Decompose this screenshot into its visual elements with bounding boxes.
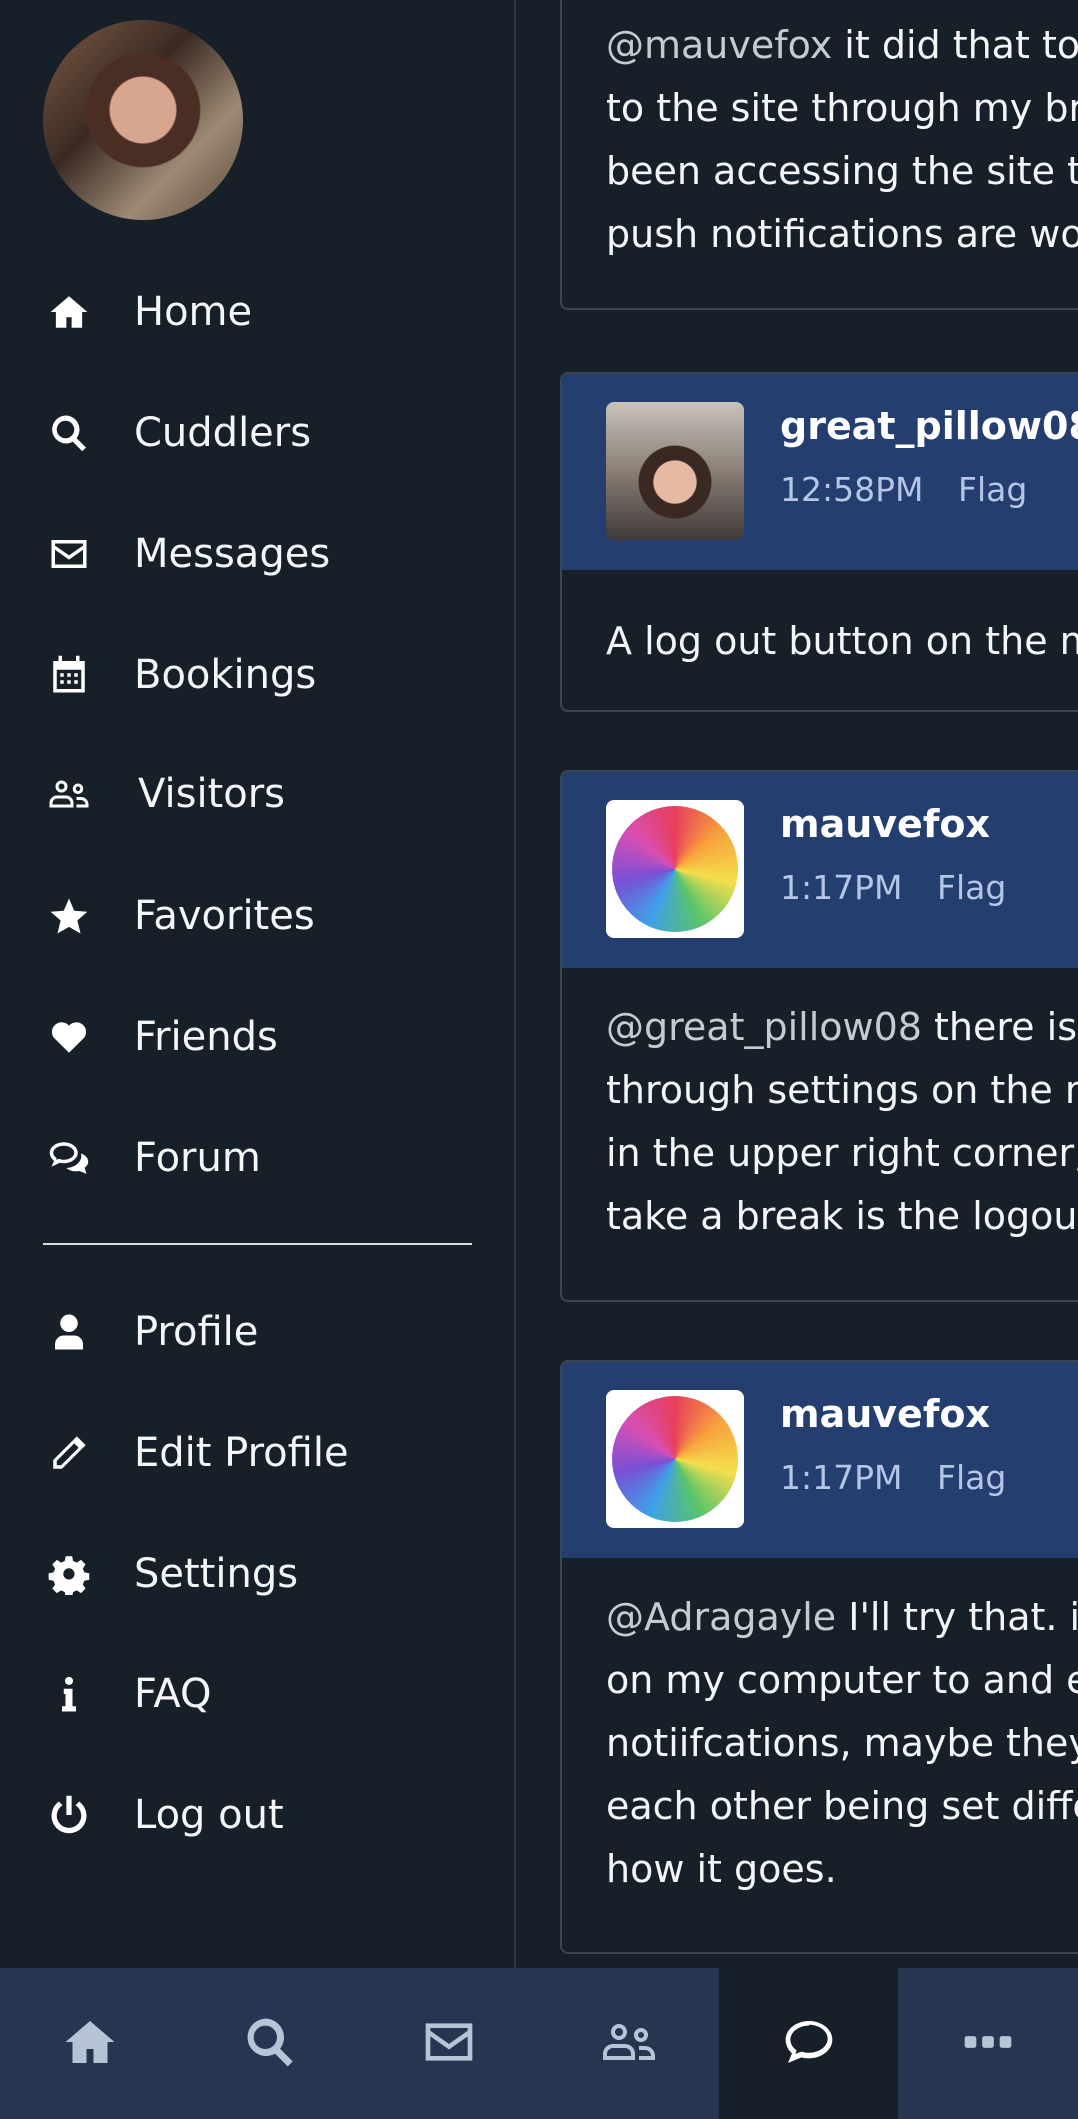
sidebar-item-label: Edit Profile bbox=[134, 1430, 349, 1476]
post-text: take a break is the logout bbox=[606, 1194, 1078, 1238]
sidebar-item-profile[interactable]: Profile bbox=[0, 1282, 516, 1382]
users-icon bbox=[601, 2014, 657, 2074]
sidebar: Home Cuddlers Messages Bookings Visitors… bbox=[0, 0, 516, 1968]
sidebar-item-label: Cuddlers bbox=[134, 410, 312, 456]
post-text: there is a bbox=[934, 1005, 1078, 1049]
tab-messages[interactable] bbox=[359, 1968, 539, 2119]
flag-link[interactable]: Flag bbox=[937, 868, 1006, 907]
post-username[interactable]: great_pillow08 bbox=[780, 404, 1078, 448]
flag-link[interactable]: Flag bbox=[937, 1458, 1006, 1497]
home-icon bbox=[62, 2014, 118, 2074]
star-icon bbox=[44, 891, 94, 941]
home-icon bbox=[44, 287, 94, 337]
post-text: notiifcations, maybe they bbox=[606, 1721, 1078, 1765]
post-time: 1:17PM bbox=[780, 1458, 903, 1497]
flag-link[interactable]: Flag bbox=[958, 470, 1027, 509]
forum-post: mauvefox 1:17PM Flag @great_pillow08 the… bbox=[560, 770, 1078, 1302]
envelope-icon bbox=[44, 529, 94, 579]
post-text: on my computer to and e bbox=[606, 1658, 1078, 1702]
comments-icon bbox=[44, 1133, 94, 1183]
tab-visitors[interactable] bbox=[539, 1968, 719, 2119]
info-icon bbox=[44, 1669, 94, 1719]
sidebar-item-logout[interactable]: Log out bbox=[0, 1765, 516, 1865]
post-time: 12:58PM bbox=[780, 470, 924, 509]
post-text: been accessing the site th bbox=[606, 149, 1078, 193]
sidebar-item-cuddlers[interactable]: Cuddlers bbox=[0, 383, 516, 483]
sidebar-item-home[interactable]: Home bbox=[0, 262, 516, 362]
post-text: A log out button on the m bbox=[606, 619, 1078, 663]
tab-home[interactable] bbox=[0, 1968, 180, 2119]
sidebar-item-forum[interactable]: Forum bbox=[0, 1108, 516, 1208]
sidebar-item-messages[interactable]: Messages bbox=[0, 504, 516, 604]
tab-search[interactable] bbox=[180, 1968, 360, 2119]
sidebar-item-label: Favorites bbox=[134, 893, 315, 939]
users-icon bbox=[44, 769, 94, 819]
post-text: push notifications are wo bbox=[606, 212, 1078, 256]
post-username[interactable]: mauvefox bbox=[780, 802, 990, 846]
envelope-icon bbox=[421, 2014, 477, 2074]
mention-link[interactable]: @mauvefox bbox=[606, 23, 832, 67]
post-header: great_pillow08 12:58PM Flag bbox=[562, 374, 1078, 570]
sidebar-item-label: Profile bbox=[134, 1309, 259, 1355]
post-body: @mauvefox it did that to to the site thr… bbox=[562, 0, 1078, 298]
pencil-icon bbox=[44, 1428, 94, 1478]
post-body: A log out button on the m bbox=[562, 570, 1078, 705]
sidebar-item-friends[interactable]: Friends bbox=[0, 987, 516, 1087]
sidebar-item-label: Forum bbox=[134, 1135, 261, 1181]
post-text: how it goes. bbox=[606, 1847, 837, 1891]
calendar-icon bbox=[44, 650, 94, 700]
avatar[interactable] bbox=[606, 402, 744, 540]
post-text: through settings on the m bbox=[606, 1068, 1078, 1112]
tab-more[interactable] bbox=[898, 1968, 1078, 2119]
post-text: each other being set diffe bbox=[606, 1784, 1078, 1828]
post-time: 1:17PM bbox=[780, 868, 903, 907]
sidebar-item-visitors[interactable]: Visitors bbox=[0, 744, 516, 844]
sidebar-item-label: Log out bbox=[134, 1792, 284, 1838]
post-text: in the upper right corner, bbox=[606, 1131, 1078, 1175]
sidebar-item-favorites[interactable]: Favorites bbox=[0, 866, 516, 966]
post-text: to the site through my bro bbox=[606, 86, 1078, 130]
search-icon bbox=[242, 2014, 298, 2074]
sidebar-item-label: Visitors bbox=[138, 771, 285, 817]
gear-icon bbox=[44, 1549, 94, 1599]
post-text: it did that to bbox=[832, 23, 1078, 67]
heart-icon bbox=[44, 1012, 94, 1062]
post-header: mauvefox 1:17PM Flag bbox=[562, 1362, 1078, 1558]
sidebar-item-edit-profile[interactable]: Edit Profile bbox=[0, 1403, 516, 1503]
avatar[interactable] bbox=[606, 1390, 744, 1528]
mention-link[interactable]: @Adragayle bbox=[606, 1595, 836, 1639]
sidebar-item-label: Messages bbox=[134, 531, 331, 577]
nav-divider bbox=[43, 1243, 472, 1245]
user-icon bbox=[44, 1307, 94, 1357]
more-icon bbox=[960, 2014, 1016, 2074]
power-icon bbox=[44, 1790, 94, 1840]
post-body: @Adragayle I'll try that. i h on my comp… bbox=[562, 1558, 1078, 1933]
post-body: @great_pillow08 there is a through setti… bbox=[562, 968, 1078, 1280]
avatar[interactable] bbox=[43, 20, 243, 220]
sidebar-item-label: Friends bbox=[134, 1014, 278, 1060]
mention-link[interactable]: @great_pillow08 bbox=[606, 1005, 922, 1049]
tab-forum[interactable] bbox=[718, 1968, 899, 2119]
sidebar-item-label: FAQ bbox=[134, 1671, 212, 1717]
sidebar-item-label: Home bbox=[134, 289, 253, 335]
comment-icon bbox=[781, 2014, 837, 2074]
avatar[interactable] bbox=[606, 800, 744, 938]
sidebar-item-bookings[interactable]: Bookings bbox=[0, 625, 516, 725]
sidebar-item-settings[interactable]: Settings bbox=[0, 1524, 516, 1624]
post-text: I'll try that. i h bbox=[848, 1595, 1078, 1639]
post-header: mauvefox 1:17PM Flag bbox=[562, 772, 1078, 968]
post-username[interactable]: mauvefox bbox=[780, 1392, 990, 1436]
forum-post: great_pillow08 12:58PM Flag A log out bu… bbox=[560, 372, 1078, 712]
forum-post: mauvefox 1:17PM Flag @Adragayle I'll try… bbox=[560, 1360, 1078, 1954]
bottom-tab-bar bbox=[0, 1968, 1078, 2119]
forum-post: @mauvefox it did that to to the site thr… bbox=[560, 0, 1078, 310]
sidebar-item-label: Settings bbox=[134, 1551, 299, 1597]
forum-thread: @mauvefox it did that to to the site thr… bbox=[518, 0, 1078, 1968]
sidebar-item-faq[interactable]: FAQ bbox=[0, 1644, 516, 1744]
search-icon bbox=[44, 408, 94, 458]
sidebar-item-label: Bookings bbox=[134, 652, 317, 698]
